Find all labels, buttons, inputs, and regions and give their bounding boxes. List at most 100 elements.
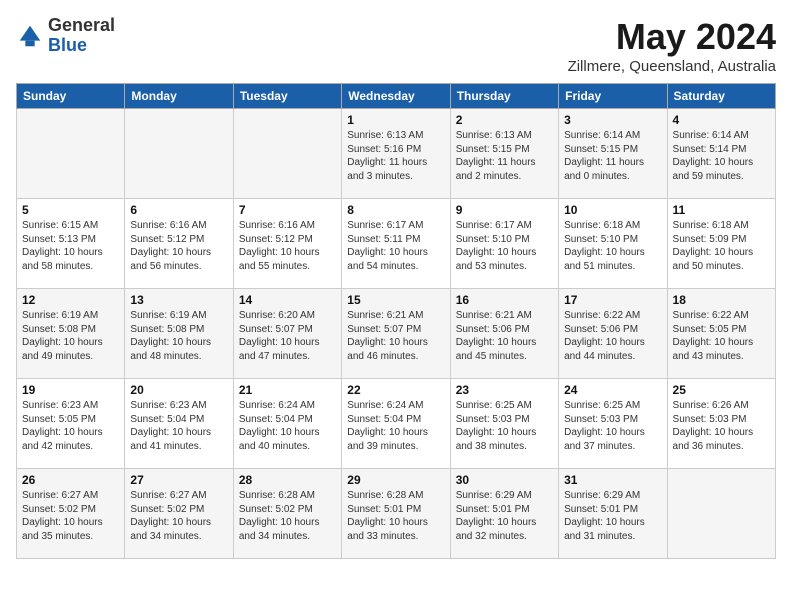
day-info: Sunrise: 6:29 AM Sunset: 5:01 PM Dayligh… (564, 489, 661, 543)
calendar-cell (17, 109, 125, 199)
calendar-cell: 30 Sunrise: 6:29 AM Sunset: 5:01 PM Dayli… (450, 469, 558, 559)
calendar-cell: 11 Sunrise: 6:18 AM Sunset: 5:09 PM Dayli… (667, 199, 775, 289)
calendar-cell: 28Sunrise: 6:28 AM Sunset: 5:02 PM Dayli… (233, 469, 341, 559)
day-number: 27 (130, 473, 227, 487)
day-info: Sunrise: 6:23 AM Sunset: 5:04 PM Dayligh… (130, 399, 227, 453)
calendar-cell: 25 Sunrise: 6:26 AM Sunset: 5:03 PM Dayli… (667, 379, 775, 469)
logo-blue-label: Blue (48, 36, 115, 56)
day-info: Sunrise: 6:19 AM Sunset: 5:08 PM Dayligh… (22, 309, 119, 363)
day-number: 3 (564, 113, 661, 127)
day-number: 6 (130, 203, 227, 217)
day-info: Sunrise: 6:16 AM Sunset: 5:12 PM Dayligh… (130, 219, 227, 273)
day-number: 18 (673, 293, 770, 307)
day-info: Sunrise: 6:21 AM Sunset: 5:06 PM Dayligh… (456, 309, 553, 363)
week-row-3: 12Sunrise: 6:19 AM Sunset: 5:08 PM Dayli… (17, 289, 776, 379)
calendar-table: SundayMondayTuesdayWednesdayThursdayFrid… (16, 83, 776, 559)
day-info: Sunrise: 6:27 AM Sunset: 5:02 PM Dayligh… (130, 489, 227, 543)
page-header: General Blue May 2024 Zillmere, Queensla… (16, 16, 776, 75)
day-info: Sunrise: 6:15 AM Sunset: 5:13 PM Dayligh… (22, 219, 119, 273)
day-number: 19 (22, 383, 119, 397)
calendar-cell: 29 Sunrise: 6:28 AM Sunset: 5:01 PM Dayli… (342, 469, 450, 559)
weekday-header-friday: Friday (559, 84, 667, 109)
day-number: 29 (347, 473, 444, 487)
calendar-cell: 12Sunrise: 6:19 AM Sunset: 5:08 PM Dayli… (17, 289, 125, 379)
day-info: Sunrise: 6:22 AM Sunset: 5:06 PM Dayligh… (564, 309, 661, 363)
day-info: Sunrise: 6:23 AM Sunset: 5:05 PM Dayligh… (22, 399, 119, 453)
calendar-cell: 14Sunrise: 6:20 AM Sunset: 5:07 PM Dayli… (233, 289, 341, 379)
weekday-header-monday: Monday (125, 84, 233, 109)
logo-general-label: General (48, 16, 115, 36)
calendar-cell: 8Sunrise: 6:17 AM Sunset: 5:11 PM Daylig… (342, 199, 450, 289)
day-number: 26 (22, 473, 119, 487)
calendar-cell: 26 Sunrise: 6:27 AM Sunset: 5:02 PM Dayli… (17, 469, 125, 559)
day-info: Sunrise: 6:17 AM Sunset: 5:10 PM Dayligh… (456, 219, 553, 273)
day-number: 7 (239, 203, 336, 217)
day-info: Sunrise: 6:26 AM Sunset: 5:03 PM Dayligh… (673, 399, 770, 453)
weekday-header-saturday: Saturday (667, 84, 775, 109)
weekday-header-wednesday: Wednesday (342, 84, 450, 109)
weekday-header-thursday: Thursday (450, 84, 558, 109)
calendar-cell: 2 Sunrise: 6:13 AM Sunset: 5:15 PM Daylig… (450, 109, 558, 199)
calendar-cell: 23Sunrise: 6:25 AM Sunset: 5:03 PM Dayli… (450, 379, 558, 469)
day-info: Sunrise: 6:27 AM Sunset: 5:02 PM Dayligh… (22, 489, 119, 543)
week-row-5: 26 Sunrise: 6:27 AM Sunset: 5:02 PM Dayli… (17, 469, 776, 559)
day-info: Sunrise: 6:24 AM Sunset: 5:04 PM Dayligh… (347, 399, 444, 453)
calendar-cell: 1 Sunrise: 6:13 AM Sunset: 5:16 PM Daylig… (342, 109, 450, 199)
day-number: 25 (673, 383, 770, 397)
calendar-cell: 19 Sunrise: 6:23 AM Sunset: 5:05 PM Dayli… (17, 379, 125, 469)
calendar-cell: 20 Sunrise: 6:23 AM Sunset: 5:04 PM Dayli… (125, 379, 233, 469)
day-number: 30 (456, 473, 553, 487)
calendar-cell: 13 Sunrise: 6:19 AM Sunset: 5:08 PM Dayli… (125, 289, 233, 379)
day-info: Sunrise: 6:21 AM Sunset: 5:07 PM Dayligh… (347, 309, 444, 363)
day-number: 28 (239, 473, 336, 487)
calendar-cell: 7Sunrise: 6:16 AM Sunset: 5:12 PM Daylig… (233, 199, 341, 289)
calendar-cell: 17Sunrise: 6:22 AM Sunset: 5:06 PM Dayli… (559, 289, 667, 379)
logo: General Blue (16, 16, 115, 56)
week-row-4: 19 Sunrise: 6:23 AM Sunset: 5:05 PM Dayli… (17, 379, 776, 469)
day-number: 21 (239, 383, 336, 397)
day-info: Sunrise: 6:13 AM Sunset: 5:16 PM Dayligh… (347, 129, 444, 183)
day-info: Sunrise: 6:19 AM Sunset: 5:08 PM Dayligh… (130, 309, 227, 363)
day-number: 2 (456, 113, 553, 127)
day-info: Sunrise: 6:24 AM Sunset: 5:04 PM Dayligh… (239, 399, 336, 453)
calendar-cell: 5Sunrise: 6:15 AM Sunset: 5:13 PM Daylig… (17, 199, 125, 289)
calendar-cell: 21 Sunrise: 6:24 AM Sunset: 5:04 PM Dayli… (233, 379, 341, 469)
day-number: 22 (347, 383, 444, 397)
weekday-header-row: SundayMondayTuesdayWednesdayThursdayFrid… (17, 84, 776, 109)
month-title: May 2024 (568, 16, 776, 58)
calendar-cell (125, 109, 233, 199)
calendar-cell (233, 109, 341, 199)
day-info: Sunrise: 6:18 AM Sunset: 5:10 PM Dayligh… (564, 219, 661, 273)
logo-icon (16, 22, 44, 50)
day-number: 8 (347, 203, 444, 217)
weekday-header-tuesday: Tuesday (233, 84, 341, 109)
calendar-cell: 27 Sunrise: 6:27 AM Sunset: 5:02 PM Dayli… (125, 469, 233, 559)
weekday-header-sunday: Sunday (17, 84, 125, 109)
day-number: 20 (130, 383, 227, 397)
day-info: Sunrise: 6:29 AM Sunset: 5:01 PM Dayligh… (456, 489, 553, 543)
day-info: Sunrise: 6:13 AM Sunset: 5:15 PM Dayligh… (456, 129, 553, 183)
day-info: Sunrise: 6:28 AM Sunset: 5:01 PM Dayligh… (347, 489, 444, 543)
week-row-1: 1 Sunrise: 6:13 AM Sunset: 5:16 PM Daylig… (17, 109, 776, 199)
calendar-cell: 22 Sunrise: 6:24 AM Sunset: 5:04 PM Dayli… (342, 379, 450, 469)
day-number: 31 (564, 473, 661, 487)
day-number: 4 (673, 113, 770, 127)
day-number: 24 (564, 383, 661, 397)
day-number: 9 (456, 203, 553, 217)
day-info: Sunrise: 6:14 AM Sunset: 5:15 PM Dayligh… (564, 129, 661, 183)
calendar-cell: 6 Sunrise: 6:16 AM Sunset: 5:12 PM Daylig… (125, 199, 233, 289)
calendar-cell: 15Sunrise: 6:21 AM Sunset: 5:07 PM Dayli… (342, 289, 450, 379)
calendar-cell: 3 Sunrise: 6:14 AM Sunset: 5:15 PM Daylig… (559, 109, 667, 199)
day-info: Sunrise: 6:18 AM Sunset: 5:09 PM Dayligh… (673, 219, 770, 273)
day-info: Sunrise: 6:22 AM Sunset: 5:05 PM Dayligh… (673, 309, 770, 363)
day-number: 1 (347, 113, 444, 127)
logo-text: General Blue (48, 16, 115, 56)
calendar-cell: 4Sunrise: 6:14 AM Sunset: 5:14 PM Daylig… (667, 109, 775, 199)
day-info: Sunrise: 6:25 AM Sunset: 5:03 PM Dayligh… (564, 399, 661, 453)
calendar-cell: 9 Sunrise: 6:17 AM Sunset: 5:10 PM Daylig… (450, 199, 558, 289)
calendar-cell: 16Sunrise: 6:21 AM Sunset: 5:06 PM Dayli… (450, 289, 558, 379)
calendar-cell: 24 Sunrise: 6:25 AM Sunset: 5:03 PM Dayli… (559, 379, 667, 469)
day-number: 13 (130, 293, 227, 307)
day-number: 11 (673, 203, 770, 217)
calendar-cell: 31 Sunrise: 6:29 AM Sunset: 5:01 PM Dayli… (559, 469, 667, 559)
